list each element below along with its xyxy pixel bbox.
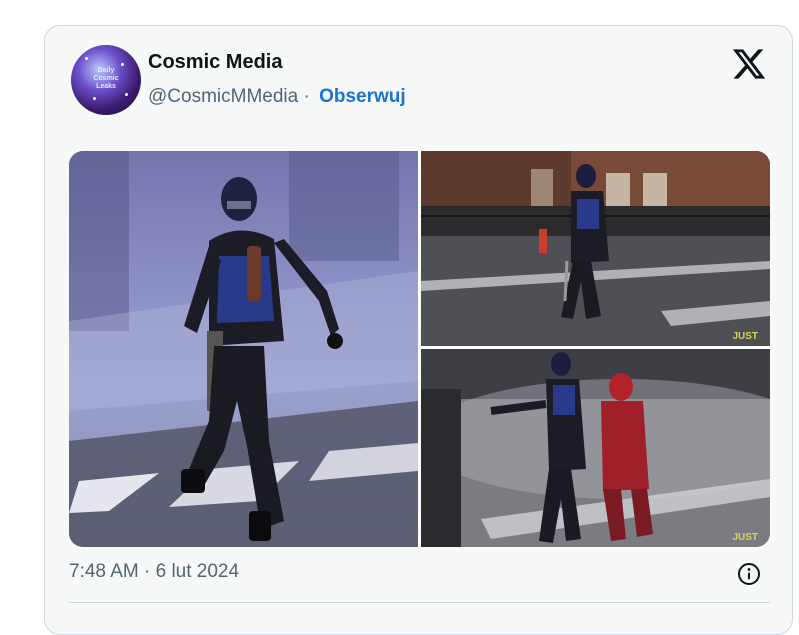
photo-watermark: JUST xyxy=(732,532,758,543)
photo-two-figures-fighting[interactable]: JUST xyxy=(421,349,770,547)
avatar-text-line: Leaks xyxy=(96,83,116,90)
photo-watermark: JUST xyxy=(732,331,758,342)
avatar[interactable]: Daily Cosmic Leaks xyxy=(71,45,141,115)
handle-row: @CosmicMMedia · Obserwuj xyxy=(148,86,406,108)
photo-illustration xyxy=(421,151,770,346)
separator: · xyxy=(303,86,310,107)
photo-masked-figure-street-night[interactable]: JUST xyxy=(421,151,770,346)
follow-button[interactable]: Obserwuj xyxy=(319,86,406,107)
avatar-text-line: Daily xyxy=(97,67,115,74)
divider xyxy=(69,602,770,603)
media-grid[interactable]: JUST JUST xyxy=(69,151,770,547)
avatar-text-line: Cosmic xyxy=(93,75,119,82)
photo-illustration xyxy=(421,349,770,547)
photo-illustration xyxy=(69,151,418,547)
tweet-timestamp[interactable]: 7:48 AM · 6 lut 2024 xyxy=(69,561,239,583)
info-icon[interactable] xyxy=(737,562,761,586)
avatar-text: Daily Cosmic Leaks xyxy=(71,67,141,91)
x-logo-icon[interactable] xyxy=(731,46,767,82)
author-handle[interactable]: @CosmicMMedia xyxy=(148,86,298,107)
tweet-card[interactable]: Daily Cosmic Leaks Cosmic Media @CosmicM… xyxy=(44,25,793,635)
photo-masked-figure-walking[interactable] xyxy=(69,151,418,547)
author-name[interactable]: Cosmic Media xyxy=(148,51,282,74)
